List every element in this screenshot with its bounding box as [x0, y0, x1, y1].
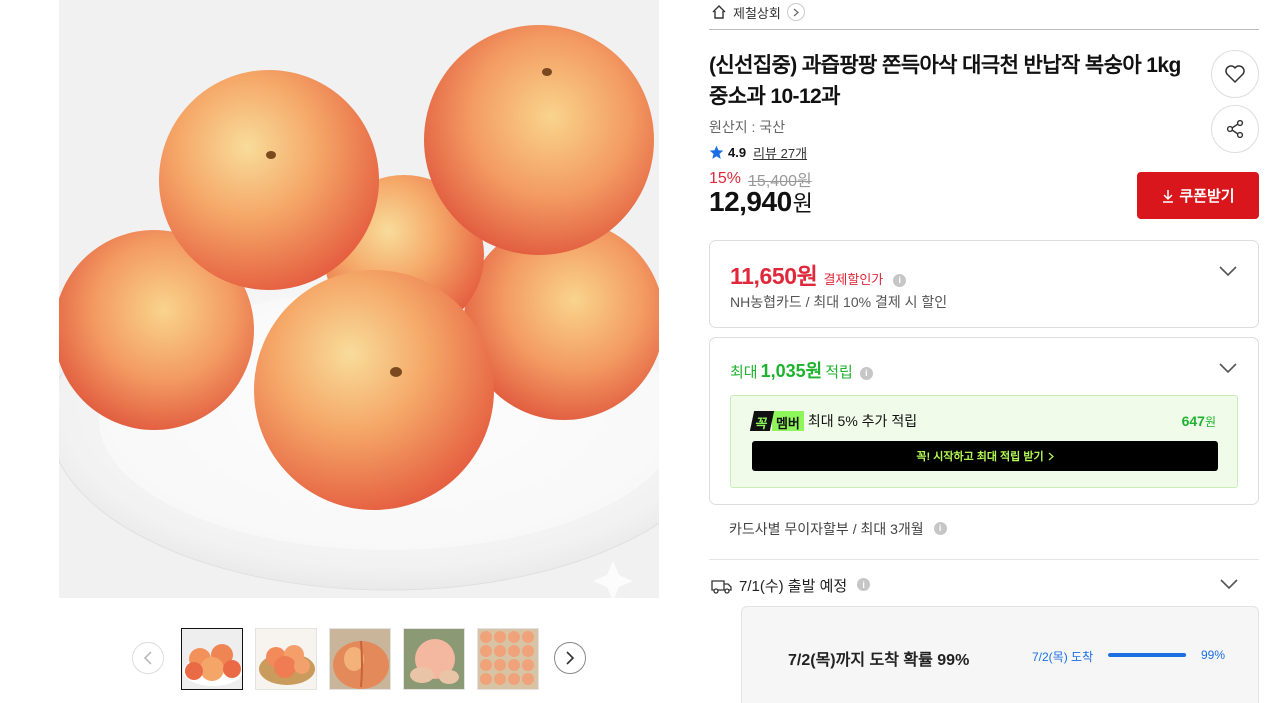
chevron-right-icon: [566, 651, 575, 665]
info-icon[interactable]: i: [893, 273, 907, 287]
member-amount-unit: 원: [1204, 415, 1216, 429]
points-line: 최대 1,035원 적립 i: [730, 357, 873, 383]
thumbnail-2[interactable]: [255, 628, 317, 690]
member-badge: 꼭 멤버: [749, 411, 804, 431]
divider: [709, 29, 1259, 30]
departure-text: 7/1(수) 출발 예정: [739, 578, 848, 595]
chevron-down-icon[interactable]: [1219, 362, 1237, 374]
member-amount-number: 647: [1181, 413, 1205, 429]
origin-text: 원산지 : 국산: [709, 119, 786, 135]
rating-score: 4.9: [728, 145, 747, 160]
thumbnail-1[interactable]: [181, 628, 243, 690]
chevron-right-icon: [1048, 452, 1054, 460]
sale-price-unit: 원: [792, 191, 813, 216]
member-signup-button[interactable]: 꼭! 시작하고 최대 적립 받기: [752, 441, 1218, 471]
member-badge-k: 꼭: [749, 411, 775, 431]
thumbnail-strip: [132, 628, 592, 690]
share-icon: [1226, 119, 1244, 139]
sale-price-number: 12,940: [709, 186, 792, 217]
coupon-button-label: 쿠폰받기: [1179, 188, 1235, 205]
points-amount: 1,035원: [760, 361, 823, 381]
installment-text: 카드사별 무이자할부 / 최대 3개월: [729, 521, 924, 537]
member-badge-m: 멤버: [771, 411, 804, 431]
share-button[interactable]: [1211, 105, 1259, 153]
arrival-text: 7/2(목)까지 도착 확률 99%: [788, 652, 970, 669]
thumbnail-4[interactable]: [403, 628, 465, 690]
star-icon: [709, 145, 724, 159]
card-discount-desc: NH농협카드 / 최대 10% 결제 시 할인: [730, 294, 948, 310]
store-link[interactable]: 제철상회: [711, 1, 805, 23]
truck-icon: [711, 579, 732, 594]
download-icon: [1163, 189, 1174, 203]
card-discount-price: 11,650원: [730, 263, 818, 289]
divider: [709, 559, 1259, 560]
coupon-download-button[interactable]: 쿠폰받기: [1137, 172, 1259, 219]
chevron-right-icon: [786, 3, 805, 21]
arrival-probability-fill: [1108, 653, 1187, 657]
product-main-image: [59, 0, 659, 598]
thumbnail-5[interactable]: [477, 628, 539, 690]
wishlist-button[interactable]: [1211, 50, 1259, 98]
thumbnail-prev-button[interactable]: [132, 642, 164, 674]
card-discount-line: 11,650원 결제할인가 i: [730, 257, 907, 291]
sale-price: 12,940 원: [709, 186, 813, 218]
card-discount-box: 11,650원 결제할인가 i NH농협카드 / 최대 10% 결제 시 할인: [709, 240, 1259, 328]
store-name: 제철상회: [733, 5, 781, 21]
points-box: 최대 1,035원 적립 i 꼭 멤버 최대 5% 추가 적립 647원 꼭! …: [709, 337, 1259, 505]
points-suffix: 적립: [825, 364, 853, 381]
arrival-estimate-box: 7/2(목)까지 도착 확률 99% 7/2(목) 도착 99%: [741, 606, 1259, 703]
shipping-row: 7/1(수) 출발 예정 i: [711, 575, 871, 596]
thumbnail-next-button[interactable]: [554, 642, 586, 674]
member-promo-head: 꼭 멤버 최대 5% 추가 적립: [749, 411, 918, 431]
product-title: (신선집중) 과즙팡팡 쫀득아삭 대극천 반납작 복숭아 1kg 중소과 10-…: [709, 54, 1181, 108]
arrival-date: 7/2(목) 도착: [1032, 650, 1094, 664]
member-desc: 최대 5% 추가 적립: [807, 413, 918, 429]
member-cta-label: 꼭! 시작하고 최대 적립 받기: [916, 451, 1044, 463]
points-prefix: 최대: [730, 364, 758, 381]
home-icon: [712, 5, 726, 19]
chevron-down-icon[interactable]: [1219, 265, 1237, 277]
member-promo-box: 꼭 멤버 최대 5% 추가 적립 647원 꼭! 시작하고 최대 적립 받기: [730, 395, 1238, 488]
heart-icon: [1225, 65, 1245, 83]
info-icon[interactable]: i: [933, 521, 947, 535]
member-amount: 647원: [1182, 413, 1216, 430]
installment-info: 카드사별 무이자할부 / 최대 3개월 i: [729, 519, 947, 539]
thumbnail-3[interactable]: [329, 628, 391, 690]
review-count-link[interactable]: 리뷰 27개: [753, 143, 807, 162]
chevron-left-icon: [143, 651, 152, 665]
arrival-probability-bar: [1108, 653, 1187, 657]
info-icon[interactable]: i: [859, 366, 873, 380]
arrival-percent: 99%: [1201, 648, 1226, 662]
rating-row: 4.9 리뷰 27개: [709, 143, 807, 162]
card-discount-label: 결제할인가: [823, 272, 884, 287]
info-icon[interactable]: i: [857, 578, 871, 591]
chevron-down-icon[interactable]: [1220, 578, 1238, 590]
